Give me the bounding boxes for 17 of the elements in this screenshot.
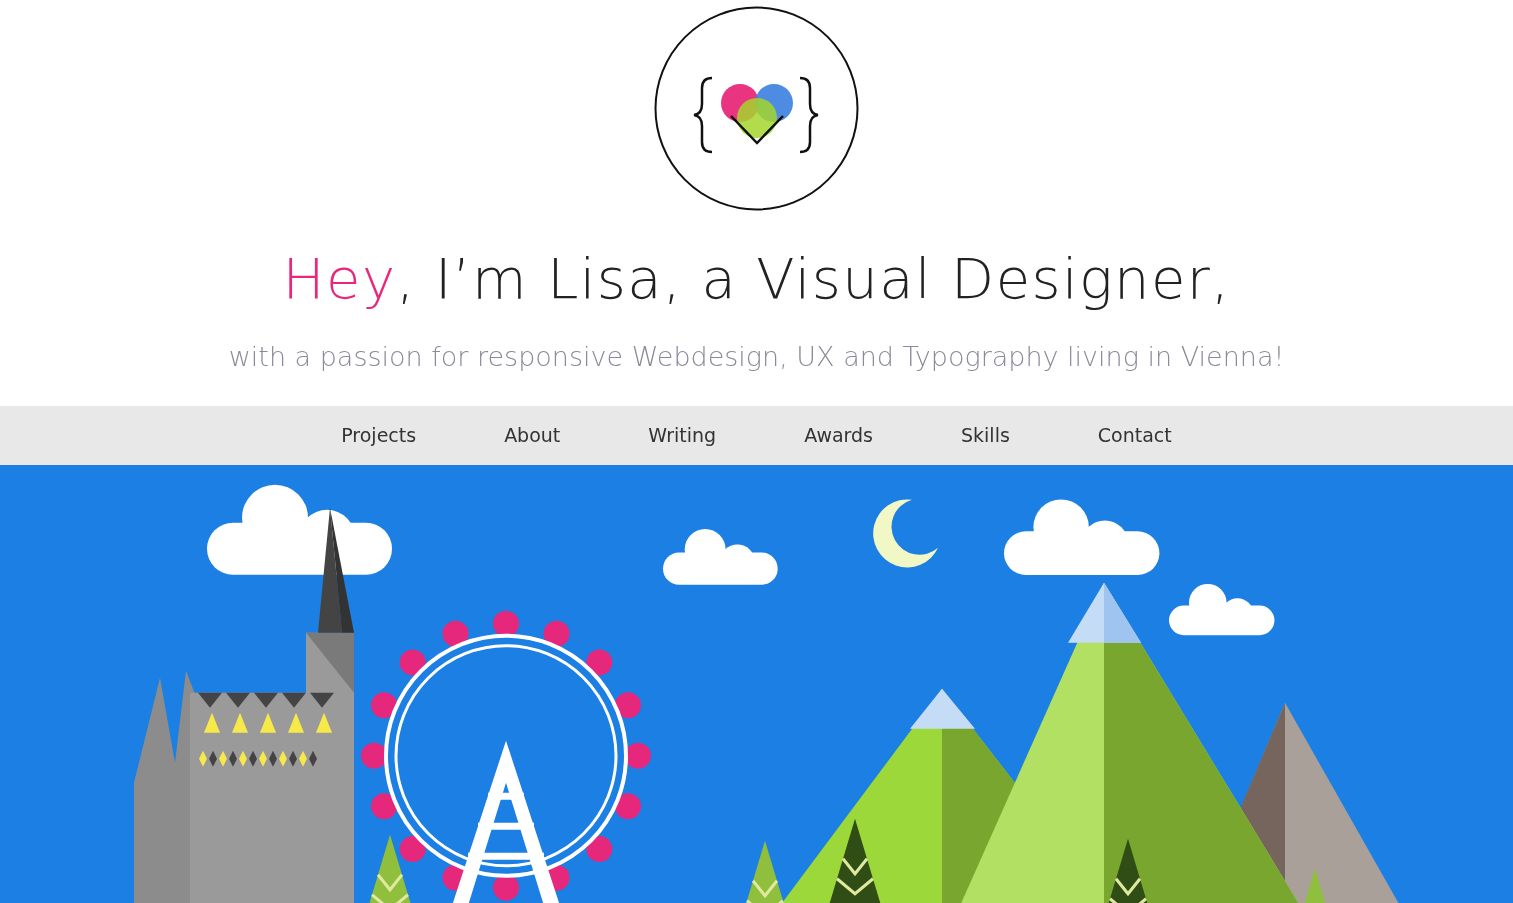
nav-link[interactable]: Awards (804, 420, 874, 450)
tree-icon (1107, 838, 1149, 903)
tree-icon (1303, 868, 1327, 903)
nav-link[interactable]: Writing (648, 420, 717, 450)
nav-link[interactable]: Contact (1097, 420, 1172, 450)
tree-icon (368, 834, 412, 903)
cloud-icon (1169, 583, 1275, 635)
cloud-icon (1004, 498, 1160, 575)
cloud-icon (663, 528, 778, 585)
cloud-icon (207, 484, 392, 575)
tagline: with a passion for responsive Webdesign, UX and Typography living in Vienna! (228, 340, 1285, 374)
nav-link[interactable]: About (504, 420, 561, 450)
nav-link[interactable]: Projects (341, 420, 417, 450)
moon-icon (873, 498, 938, 567)
nav-link[interactable]: Skills (961, 420, 1010, 450)
tree-icon (828, 818, 882, 903)
tree-icon (745, 840, 785, 903)
